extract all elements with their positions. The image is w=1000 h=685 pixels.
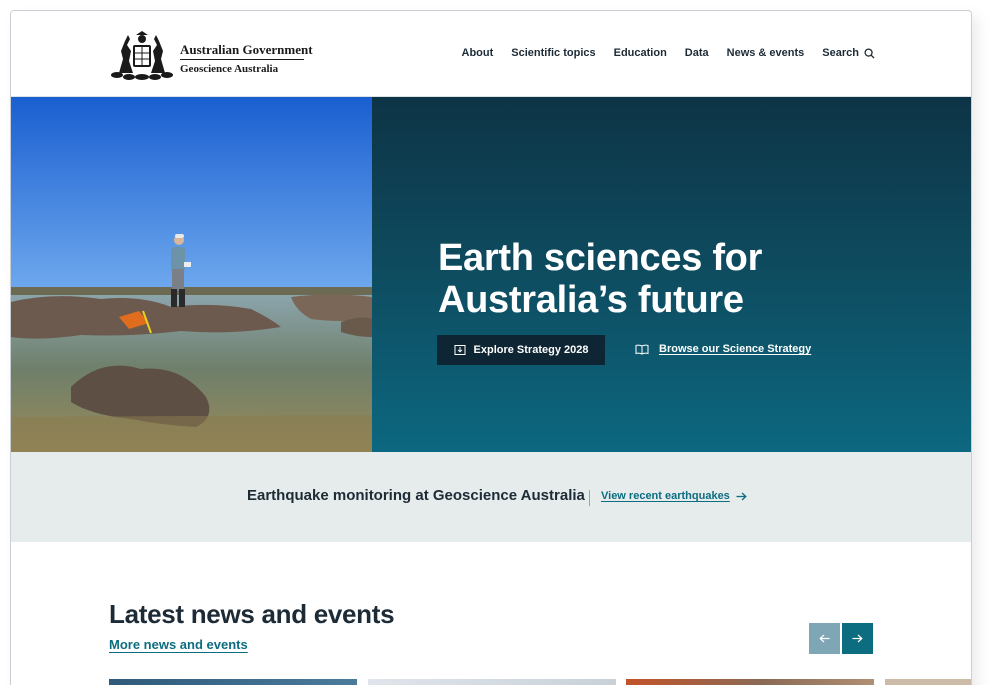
browser-frame: Australian Government Geoscience Austral…	[10, 10, 972, 685]
nav-item-news-events[interactable]: News & events	[727, 47, 805, 59]
view-earthquakes-link[interactable]: View recent earthquakes	[601, 490, 747, 502]
main-nav: About Scientific topics Education Data N…	[462, 47, 876, 59]
nav-item-data[interactable]: Data	[685, 47, 709, 59]
explore-strategy-label: Explore Strategy 2028	[473, 344, 589, 356]
download-icon	[454, 345, 466, 355]
arrow-left-icon	[819, 634, 830, 643]
search-label: Search	[822, 47, 859, 59]
logo-text-government: Australian Government	[180, 42, 313, 57]
news-title: Latest news and events	[109, 599, 395, 629]
browse-strategy-label: Browse our Science Strategy	[659, 343, 812, 355]
logo-text-agency: Geoscience Australia	[180, 63, 279, 75]
news-card-image[interactable]	[109, 679, 357, 685]
view-earthquakes-label: View recent earthquakes	[601, 490, 730, 502]
arrow-right-icon	[736, 492, 747, 500]
earthquake-divider	[589, 490, 590, 506]
earthquake-banner: Earthquake monitoring at Geoscience Aust…	[11, 452, 971, 542]
carousel-next-button[interactable]	[842, 623, 873, 654]
search-icon	[864, 47, 875, 59]
nav-item-scientific-topics[interactable]: Scientific topics	[511, 47, 595, 59]
earthquake-title: Earthquake monitoring at Geoscience Aust…	[247, 487, 585, 504]
hero-image	[11, 97, 372, 452]
carousel-prev-button[interactable]	[809, 623, 840, 654]
coat-of-arms-icon	[111, 31, 173, 80]
hero-panel: Earth sciences for Australia’s future Ex…	[372, 97, 971, 452]
hero-section: Earth sciences for Australia’s future Ex…	[11, 97, 971, 452]
browse-strategy-link[interactable]: Browse our Science Strategy	[635, 343, 811, 355]
news-card-image[interactable]	[368, 679, 616, 685]
nav-item-education[interactable]: Education	[614, 47, 667, 59]
logo-divider	[180, 59, 304, 60]
nav-item-search[interactable]: Search	[822, 47, 875, 59]
book-icon	[635, 344, 649, 355]
site-logo[interactable]: Australian Government Geoscience Austral…	[109, 29, 313, 81]
arrow-right-icon	[852, 634, 863, 643]
news-card-image[interactable]	[626, 679, 874, 685]
more-news-link[interactable]: More news and events	[109, 637, 248, 652]
site-header: Australian Government Geoscience Austral…	[11, 11, 971, 97]
explore-strategy-button[interactable]: Explore Strategy 2028	[437, 335, 605, 365]
hero-title: Earth sciences for Australia’s future	[438, 237, 763, 321]
news-card-image[interactable]	[885, 679, 971, 685]
nav-item-about[interactable]: About	[462, 47, 494, 59]
